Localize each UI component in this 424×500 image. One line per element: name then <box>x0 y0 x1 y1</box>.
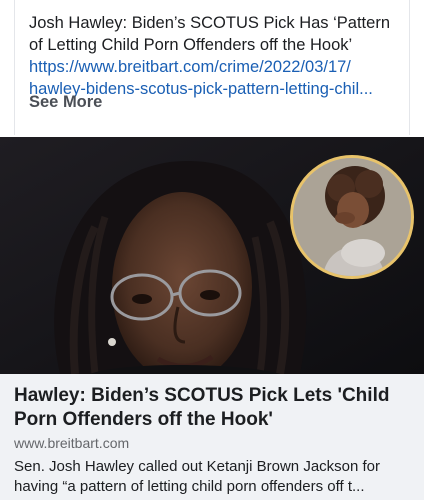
post-text: Josh Hawley: Biden’s SCOTUS Pick Has ‘Pa… <box>29 12 401 56</box>
preview-text[interactable]: Hawley: Biden’s SCOTUS Pick Lets 'Child … <box>0 374 424 500</box>
see-more-button[interactable]: See More <box>29 93 102 112</box>
inset-photo <box>290 155 414 279</box>
preview-headline[interactable]: Hawley: Biden’s SCOTUS Pick Lets 'Child … <box>14 384 414 432</box>
headline-line-1[interactable]: Hawley: Biden’s SCOTUS Pick Lets 'Child <box>14 384 414 408</box>
description-line-2: having “a pattern of letting child porn … <box>14 478 365 495</box>
description-line-1: Sen. Josh Hawley called out Ketanji Brow… <box>14 458 381 475</box>
post-card: Josh Hawley: Biden’s SCOTUS Pick Has ‘Pa… <box>14 0 410 135</box>
preview-image[interactable] <box>0 137 424 374</box>
preview-domain: www.breitbart.com <box>14 435 130 451</box>
preview-description: Sen. Josh Hawley called out Ketanji Brow… <box>14 457 414 497</box>
link-preview-card[interactable]: Hawley: Biden’s SCOTUS Pick Lets 'Child … <box>0 137 424 500</box>
child-photo-graphic <box>293 158 411 276</box>
post-link-line-1[interactable]: https://www.breitbart.com/crime/2022/03/… <box>29 56 401 78</box>
headline-line-2[interactable]: Porn Offenders off the Hook' <box>14 408 414 432</box>
post-text-line-1: Josh Hawley: Biden’s SCOTUS Pick Has ‘Pa… <box>29 14 390 32</box>
post-text-line-2: of Letting Child Porn Offenders off the … <box>29 36 353 54</box>
